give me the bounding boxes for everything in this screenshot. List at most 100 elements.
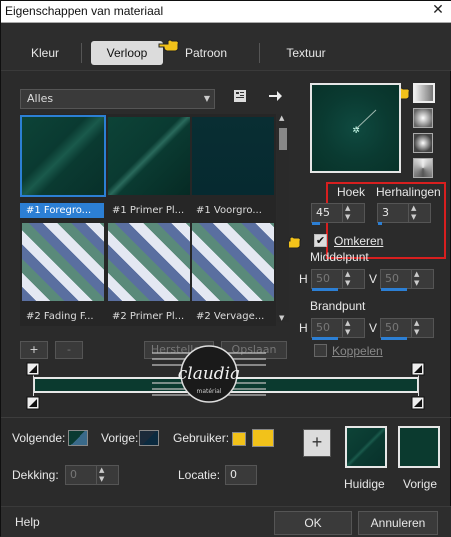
gradient-thumb[interactable] — [108, 117, 190, 195]
link-checkbox[interactable] — [314, 344, 327, 357]
center-h-spinner[interactable]: 50 ▲ ▼ — [311, 269, 365, 289]
gradient-library-grid: #1 Foregro... #1 Primer Pl... #1 Voorgro… — [20, 114, 276, 326]
add-stop-button[interactable]: + — [20, 341, 48, 359]
radial-style-button[interactable] — [413, 133, 433, 153]
center-h-slider-fill[interactable] — [312, 288, 338, 291]
gradient-thumb-label: #1 Primer Pl... — [112, 205, 185, 216]
scroll-down-icon[interactable]: ▼ — [279, 314, 284, 322]
follow-label: Volgende: — [12, 431, 66, 445]
angle-spinner[interactable]: 45 ▲ ▼ — [311, 203, 365, 223]
user-label: Gebruiker: — [173, 431, 230, 445]
dropdown-value: Alles — [27, 92, 54, 105]
conical-style-button[interactable] — [413, 158, 433, 178]
arrow-right-icon[interactable] — [267, 88, 283, 104]
follow-swatch[interactable] — [68, 430, 88, 446]
library-scrollbar[interactable]: ▲ ▼ — [277, 114, 289, 322]
tab-kleur[interactable]: Kleur — [14, 41, 76, 65]
center-v-value: 50 — [385, 272, 399, 285]
invert-checkbox[interactable]: ✔ — [314, 234, 327, 247]
link-label[interactable]: Koppelen — [332, 344, 383, 358]
window-title: Eigenschappen van materiaal — [5, 4, 164, 18]
center-v-spinner[interactable]: 50 ▲ ▼ — [380, 269, 434, 289]
ok-button[interactable]: OK — [274, 511, 352, 535]
center-h-value: 50 — [316, 272, 330, 285]
spinner-arrows-icon[interactable]: ▲ ▼ — [96, 466, 118, 484]
invert-label[interactable]: Omkeren — [334, 234, 383, 248]
spinner-arrows-icon[interactable]: ▲ ▼ — [411, 270, 433, 288]
focal-h-slider-fill[interactable] — [312, 337, 338, 340]
footer-bar: Help OK Annuleren — [1, 506, 451, 537]
gradient-thumb[interactable] — [20, 115, 106, 197]
gradient-thumb[interactable] — [108, 223, 190, 301]
gradient-thumb[interactable] — [192, 117, 274, 195]
scrollbar-thumb[interactable] — [279, 128, 287, 150]
center-v-slider-fill[interactable] — [381, 288, 407, 291]
spinner-arrows-icon[interactable]: ▲ ▼ — [342, 319, 364, 337]
repeats-spinner[interactable]: 3 ▲ ▼ — [377, 203, 431, 223]
transparency-marker-icon[interactable] — [26, 362, 40, 376]
focal-v-value: 50 — [385, 321, 399, 334]
focal-h-spinner[interactable]: 50 ▲ ▼ — [311, 318, 365, 338]
resource-manager-icon[interactable] — [232, 88, 248, 104]
location-label: Locatie: — [178, 468, 221, 482]
help-button[interactable]: Help — [15, 515, 40, 529]
center-h-label: H — [299, 272, 308, 286]
tab-textuur[interactable]: Textuur — [269, 41, 343, 65]
angle-value: 45 — [316, 206, 330, 219]
current-label: Huidige — [344, 477, 385, 491]
focal-v-spinner[interactable]: 50 ▲ ▼ — [380, 318, 434, 338]
section-divider — [1, 417, 451, 418]
gradient-thumb-label: #2 Primer Pl... — [112, 311, 185, 322]
previous-swatch-label: Vorige — [403, 477, 438, 491]
material-properties-window: Eigenschappen van materiaal ✕ Kleur Verl… — [0, 0, 451, 537]
title-bar: Eigenschappen van materiaal ✕ — [1, 1, 451, 23]
gradient-thumb-label: #2 Fading F... — [26, 311, 94, 322]
rectangular-style-button[interactable] — [413, 108, 433, 128]
user-color-button[interactable] — [252, 429, 274, 447]
user-color-swatch[interactable] — [232, 432, 246, 446]
current-swatch[interactable] — [345, 426, 387, 468]
gradient-thumb[interactable] — [192, 223, 274, 301]
opacity-label: Dekking: — [12, 468, 59, 482]
focal-h-label: H — [299, 321, 308, 335]
cancel-button[interactable]: Annuleren — [358, 511, 438, 535]
close-icon[interactable]: ✕ — [428, 2, 448, 21]
opacity-value: 0 — [70, 468, 77, 481]
spinner-arrows-icon[interactable]: ▲ ▼ — [342, 270, 364, 288]
previous-gradient-swatch[interactable] — [398, 426, 440, 468]
claudia-watermark-logo: claudia matérial — [152, 345, 266, 403]
previous-swatch[interactable] — [139, 430, 159, 446]
gradient-category-dropdown[interactable]: Alles ▼ — [20, 89, 215, 109]
gradient-thumb-label: #2 Vervage... — [196, 311, 265, 322]
tab-divider — [81, 43, 82, 63]
gradient-preview[interactable]: ✲ — [310, 83, 401, 173]
previous-label: Vorige: — [101, 431, 139, 445]
center-label: Middelpunt — [310, 250, 369, 264]
remove-stop-button[interactable]: - — [55, 341, 83, 359]
spinner-arrows-icon[interactable]: ▲ ▼ — [342, 204, 364, 222]
gradient-thumb[interactable] — [22, 223, 104, 301]
color-stop-marker-icon[interactable] — [26, 396, 40, 410]
focal-v-label: V — [369, 321, 378, 335]
spinner-arrows-icon[interactable]: ▲ ▼ — [408, 204, 430, 222]
gradient-thumb-label: #1 Voorgro... — [196, 205, 262, 216]
location-field[interactable]: 0 — [225, 465, 257, 485]
linear-style-button[interactable] — [413, 83, 435, 103]
add-swatch-button[interactable]: + — [303, 429, 331, 457]
tab-patroon[interactable]: Patroon — [169, 41, 243, 65]
chevron-down-icon: ▼ — [203, 94, 210, 103]
scroll-up-icon[interactable]: ▲ — [279, 114, 284, 122]
transparency-marker-icon[interactable] — [411, 362, 425, 376]
color-stop-marker-icon[interactable] — [411, 396, 425, 410]
angle-handle-icon[interactable]: ✲ — [312, 85, 399, 171]
opacity-spinner[interactable]: 0 ▲ ▼ — [65, 465, 119, 485]
pointing-hand-icon — [158, 39, 179, 52]
spinner-arrows-icon[interactable]: ▲ ▼ — [411, 319, 433, 337]
repeats-slider-fill[interactable] — [378, 222, 382, 225]
focal-v-slider-fill[interactable] — [381, 337, 407, 340]
svg-text:claudia: claudia — [178, 364, 241, 384]
angle-slider-fill[interactable] — [312, 222, 320, 225]
tab-verloop[interactable]: Verloop — [91, 41, 163, 65]
svg-text:✲: ✲ — [352, 126, 360, 136]
tab-divider — [259, 43, 260, 63]
